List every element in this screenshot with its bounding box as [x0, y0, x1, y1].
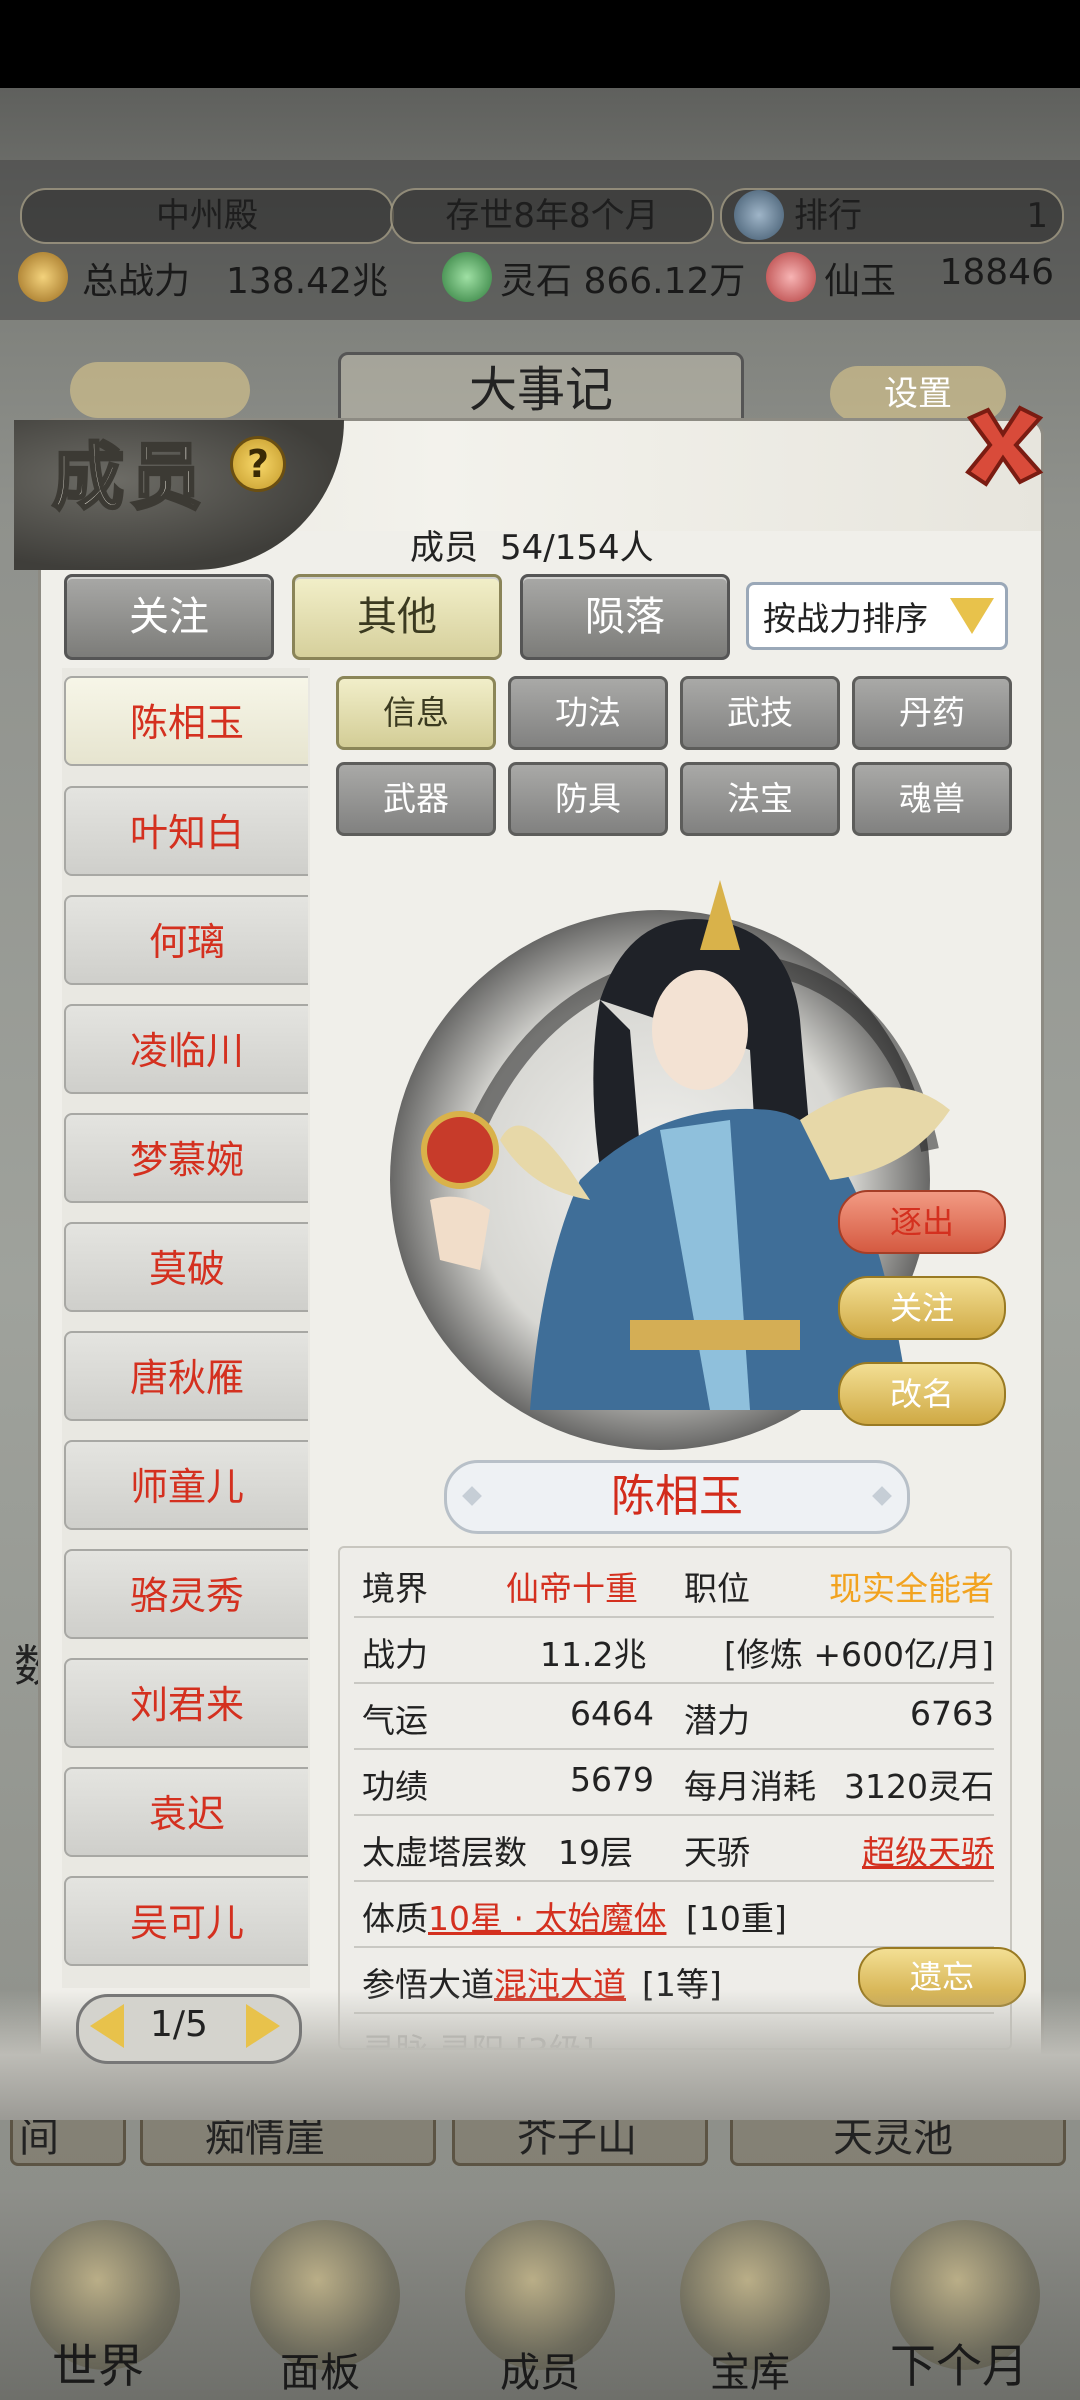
power-icon [18, 252, 68, 302]
character-portrait [390, 880, 950, 1450]
diamond-icon [872, 1486, 892, 1506]
dao-value[interactable]: 混沌大道 [494, 1958, 626, 2006]
position-label: 职位 [684, 1569, 750, 1608]
top-info-bar: 中州殿 存世8年8个月 排行 1 总战力 138.42兆 灵石 866.12万 … [0, 160, 1080, 320]
list-item[interactable]: 袁迟 [64, 1767, 308, 1857]
luck-label: 气运 [362, 1701, 428, 1740]
sect-age: 存世8年8个月 [390, 188, 714, 244]
subtab-weapon[interactable]: 武器 [336, 762, 496, 836]
monthly-cost-label: 每月消耗 [684, 1767, 816, 1806]
bg-button[interactable] [70, 362, 250, 418]
power-label: 战力 [362, 1635, 428, 1674]
monthly-cost-value: 3120灵石 [844, 1767, 994, 1806]
physique-level: [10重] [686, 1899, 787, 1938]
list-item[interactable]: 叶知白 [64, 786, 308, 876]
subtab-beast[interactable]: 魂兽 [852, 762, 1012, 836]
nav-panel[interactable]: 面板 [280, 2340, 360, 2398]
list-item[interactable]: 何璃 [64, 895, 308, 985]
tab-fallen[interactable]: 陨落 [520, 574, 730, 660]
tab-follow[interactable]: 关注 [64, 574, 274, 660]
partial-row-text: 灵脉 灵阳 [3级] [362, 2024, 595, 2048]
list-item[interactable]: 吴可儿 [64, 1876, 308, 1966]
position-value: 现实全能者 [829, 1569, 994, 1608]
nav-treasury[interactable]: 宝库 [710, 2340, 790, 2398]
selected-member-name-text: 陈相玉 [611, 1471, 743, 1522]
realm-value: 仙帝十重 [506, 1569, 638, 1608]
subtab-armor[interactable]: 防具 [508, 762, 668, 836]
next-page-icon[interactable] [246, 2004, 280, 2048]
physique-value[interactable]: 10星 · 太始魔体 [428, 1892, 666, 1940]
member-count: 成员 54/154人 [410, 520, 654, 569]
follow-button[interactable]: 关注 [838, 1276, 1006, 1340]
tower-value: 19层 [558, 1833, 633, 1872]
list-item[interactable]: 凌临川 [64, 1004, 308, 1094]
talent-label: 天骄 [684, 1833, 750, 1872]
potential-value: 6763 [910, 1694, 994, 1733]
subtab-info[interactable]: 信息 [336, 676, 496, 750]
merit-value: 5679 [570, 1760, 654, 1799]
tower-label: 太虚塔层数 [362, 1833, 527, 1872]
close-icon[interactable] [958, 400, 1048, 490]
physique-label: 体质 [362, 1899, 428, 1938]
list-item[interactable]: 骆灵秀 [64, 1549, 308, 1639]
rank-icon [734, 190, 784, 240]
subtab-pills[interactable]: 丹药 [852, 676, 1012, 750]
selected-member-name: 陈相玉 [444, 1460, 910, 1534]
expel-button[interactable]: 逐出 [838, 1190, 1006, 1254]
dao-level: [1等] [642, 1965, 722, 2004]
rename-button[interactable]: 改名 [838, 1362, 1006, 1426]
info-row: 体质 10星 · 太始魔体 [10重] [354, 1882, 994, 1948]
subtab-techniques[interactable]: 功法 [508, 676, 668, 750]
total-power-value: 138.42兆 [226, 261, 388, 302]
page-indicator: 1/5 [150, 2004, 208, 2045]
jade-label: 仙玉 [824, 261, 897, 302]
info-row: 太虚塔层数 19层 天骄 超级天骄 [354, 1816, 994, 1882]
tab-other[interactable]: 其他 [292, 574, 502, 660]
panel-title: 成员 [50, 433, 209, 521]
rank-value: 1 [1026, 196, 1048, 236]
info-row: 功绩 5679 每月消耗 3120灵石 [354, 1750, 994, 1816]
realm-label: 境界 [362, 1569, 428, 1608]
cultivation-rate: [修炼 +600亿/月] [724, 1635, 994, 1674]
list-item[interactable]: 梦慕婉 [64, 1113, 308, 1203]
status-bar [0, 0, 1080, 88]
spirit-stone-value: 灵石 866.12万 [500, 261, 746, 302]
chevron-down-icon[interactable] [950, 598, 994, 634]
list-item[interactable]: 唐秋雁 [64, 1331, 308, 1421]
sect-name: 中州殿 [20, 188, 394, 244]
talent-value[interactable]: 超级天骄 [862, 1826, 994, 1874]
dao-label: 参悟大道 [362, 1965, 494, 2004]
list-item[interactable]: 刘君来 [64, 1658, 308, 1748]
luck-value: 6464 [570, 1694, 654, 1733]
nav-next-month[interactable]: 下个月 [890, 2330, 1028, 2396]
prev-page-icon[interactable] [90, 2004, 124, 2048]
potential-label: 潜力 [684, 1701, 750, 1740]
event-log-button[interactable]: 大事记 [338, 352, 744, 428]
subtab-artifact[interactable]: 法宝 [680, 762, 840, 836]
help-icon[interactable]: ? [230, 436, 286, 492]
list-item[interactable]: 陈相玉 [64, 676, 308, 766]
rank-button[interactable]: 排行 1 [720, 188, 1064, 244]
info-row: 气运 6464 潜力 6763 [354, 1684, 994, 1750]
info-row: 灵脉 灵阳 [3级] [354, 2014, 994, 2048]
jade-icon [766, 252, 816, 302]
spirit-stone-icon [442, 252, 492, 302]
nav-world[interactable]: 世界 [52, 2330, 144, 2396]
power-value: 11.2兆 [540, 1635, 647, 1674]
forget-button[interactable]: 遗忘 [858, 1947, 1026, 2007]
nav-members[interactable]: 成员 [500, 2340, 580, 2398]
jade-value: 18846 [939, 252, 1054, 293]
subtab-martial[interactable]: 武技 [680, 676, 840, 750]
total-power-label: 总战力 [82, 261, 191, 302]
sort-label: 按战力排序 [763, 599, 928, 638]
list-item[interactable]: 莫破 [64, 1222, 308, 1312]
rank-label: 排行 [794, 196, 862, 236]
merit-label: 功绩 [362, 1767, 428, 1806]
diamond-icon [462, 1486, 482, 1506]
info-row: 境界 仙帝十重 职位 现实全能者 [354, 1552, 994, 1618]
list-item[interactable]: 师童儿 [64, 1440, 308, 1530]
member-count-value: 54/154人 [500, 528, 654, 568]
info-row: 战力 11.2兆 [修炼 +600亿/月] [354, 1618, 994, 1684]
member-count-label: 成员 [410, 528, 478, 568]
